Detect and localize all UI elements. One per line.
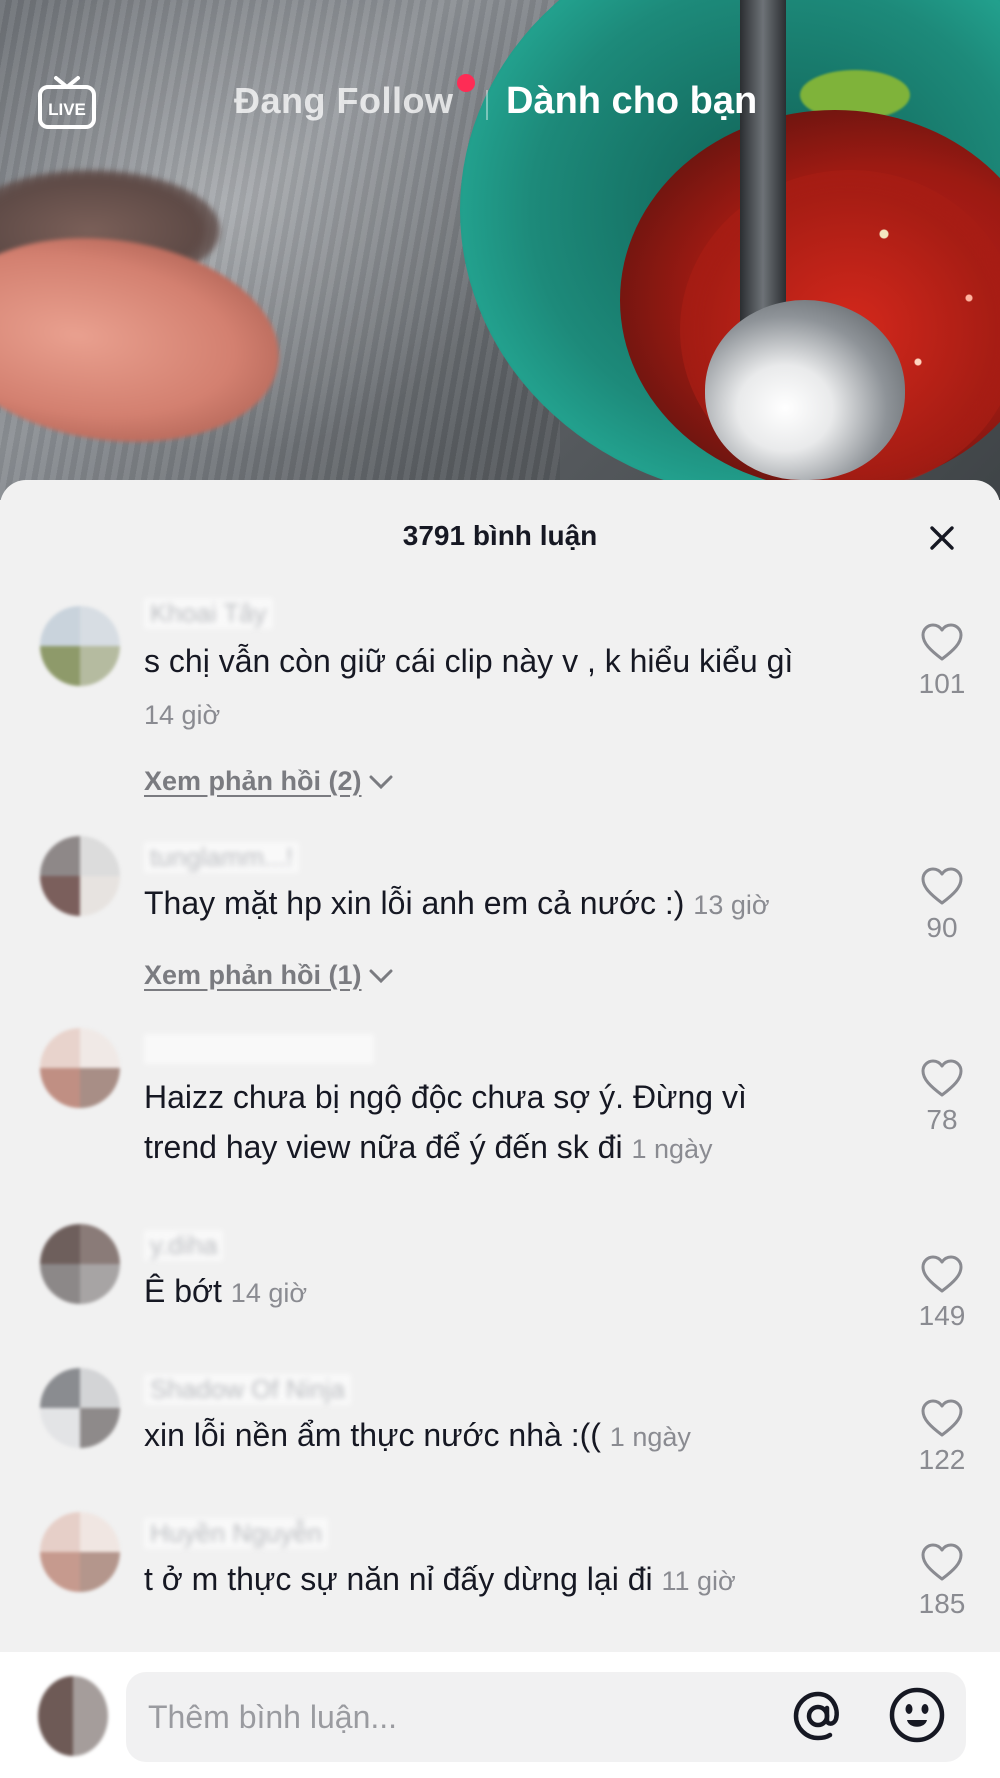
comment-username[interactable]: Huyền Nguyễn xyxy=(144,1518,328,1549)
comment-time: 13 giờ xyxy=(693,890,770,920)
comment-text-line1: Haizz chưa bị ngộ độc chưa sợ ý. Đừng vì xyxy=(144,1079,747,1115)
close-button[interactable] xyxy=(922,518,962,558)
avatar[interactable] xyxy=(40,1224,120,1304)
avatar[interactable] xyxy=(40,1512,120,1592)
comments-header: 3791 bình luận xyxy=(0,510,1000,560)
comment-text: s chị vẫn còn giữ cái clip này v , k hiể… xyxy=(144,643,794,679)
comment-text: Ê bớt 14 giờ xyxy=(144,1266,884,1318)
comment-count-title: 3791 bình luận xyxy=(402,520,598,551)
chevron-down-icon xyxy=(368,961,394,992)
tab-following[interactable]: Đang Follow xyxy=(234,80,453,122)
heart-icon xyxy=(921,623,963,661)
video-frame-spoon xyxy=(705,300,905,480)
view-replies-button[interactable]: Xem phản hồi (2) xyxy=(144,766,394,798)
like-count: 149 xyxy=(918,1300,966,1331)
comment-text: t ở m thực sự năn nỉ đấy dừng lại đi 11 … xyxy=(144,1554,884,1606)
comment-item: tunglamm...! Thay mặt hp xin lỗi anh em … xyxy=(0,836,1000,990)
like-button[interactable]: 101 xyxy=(910,622,974,700)
like-count: 101 xyxy=(918,668,966,699)
top-nav: LIVE Đang Follow Dành cho bạn xyxy=(0,0,1000,200)
heart-icon xyxy=(921,1399,963,1437)
like-count: 78 xyxy=(926,1104,958,1135)
comment-item: Huyền Nguyễn t ở m thực sự năn nỉ đấy dừ… xyxy=(0,1512,1000,1622)
comment-username[interactable]: Khoai Tây xyxy=(144,598,273,629)
heart-icon xyxy=(921,1059,963,1097)
tab-for-you[interactable]: Dành cho bạn xyxy=(506,80,757,123)
close-icon xyxy=(930,526,954,550)
like-button[interactable]: 149 xyxy=(910,1254,974,1332)
comment-text: Haizz chưa bị ngộ độc chưa sợ ý. Đừng vì… xyxy=(144,1072,884,1174)
comment-username[interactable]: Shadow Of Ninja xyxy=(144,1374,352,1405)
comment-item: Shadow Of Ninja xin lỗi nền ẩm thực nước… xyxy=(0,1368,1000,1478)
comment-username[interactable]: tunglamm...! xyxy=(144,842,300,873)
comment-text-body: Ê bớt xyxy=(144,1273,222,1309)
avatar[interactable] xyxy=(40,606,120,686)
comment-text-body: xin lỗi nền ẩm thực nước nhà :(( xyxy=(144,1417,601,1453)
comment-time: 1 ngày xyxy=(609,1422,691,1452)
at-sign-icon xyxy=(793,1691,839,1741)
mention-button[interactable] xyxy=(790,1688,846,1744)
heart-icon xyxy=(921,1543,963,1581)
emoji-icon xyxy=(889,1687,945,1743)
tab-divider xyxy=(486,90,488,120)
comment-text-line2-body: trend hay view nữa để ý đến sk đi xyxy=(144,1129,623,1165)
emoji-button[interactable] xyxy=(888,1686,946,1744)
comment-input[interactable] xyxy=(148,1692,768,1742)
like-count: 185 xyxy=(918,1588,966,1619)
comment-username[interactable] xyxy=(144,1034,374,1064)
like-button[interactable]: 122 xyxy=(910,1398,974,1476)
like-count: 122 xyxy=(918,1444,966,1475)
following-notification-dot xyxy=(457,74,475,92)
avatar[interactable] xyxy=(40,1028,120,1108)
comment-input-box xyxy=(126,1672,966,1762)
feed-tabs: Đang Follow Dành cho bạn xyxy=(0,74,1000,130)
comment-text-body: t ở m thực sự năn nỉ đấy dừng lại đi xyxy=(144,1561,653,1597)
view-replies-label: Xem phản hồi (1) xyxy=(144,960,362,990)
heart-icon xyxy=(921,1255,963,1293)
view-replies-button[interactable]: Xem phản hồi (1) xyxy=(144,960,394,992)
comment-compose-bar xyxy=(0,1652,1000,1778)
comment-time: 14 giờ xyxy=(144,700,221,730)
comment-username[interactable]: y.diha xyxy=(144,1230,224,1261)
comment-text-body: Thay mặt hp xin lỗi anh em cả nước :) xyxy=(144,885,685,921)
comment-item: y.diha Ê bớt 14 giờ 149 xyxy=(0,1224,1000,1334)
comment-time: 1 ngày xyxy=(631,1134,713,1164)
comment-time: 11 giờ xyxy=(661,1566,736,1596)
like-count: 90 xyxy=(926,912,958,943)
like-button[interactable]: 185 xyxy=(910,1542,974,1620)
view-replies-label: Xem phản hồi (2) xyxy=(144,766,362,796)
my-avatar xyxy=(38,1676,108,1756)
comment-item: Haizz chưa bị ngộ độc chưa sợ ý. Đừng vì… xyxy=(0,1028,1000,1178)
like-button[interactable]: 78 xyxy=(910,1058,974,1136)
comment-item: Khoai Tây s chị vẫn còn giữ cái clip này… xyxy=(0,592,1000,796)
comment-text: Thay mặt hp xin lỗi anh em cả nước :) 13… xyxy=(144,878,884,930)
chevron-down-icon xyxy=(368,767,394,798)
comment-time: 14 giờ xyxy=(230,1278,308,1308)
comments-sheet: 3791 bình luận Khoai Tây s chị vẫn còn g… xyxy=(0,480,1000,1778)
comment-text-line2: trend hay view nữa để ý đến sk đi 1 ngày xyxy=(144,1122,884,1174)
heart-icon xyxy=(921,867,963,905)
avatar[interactable] xyxy=(40,836,120,916)
avatar[interactable] xyxy=(40,1368,120,1448)
like-button[interactable]: 90 xyxy=(910,866,974,944)
comment-text: xin lỗi nền ẩm thực nước nhà :(( 1 ngày xyxy=(144,1410,884,1462)
